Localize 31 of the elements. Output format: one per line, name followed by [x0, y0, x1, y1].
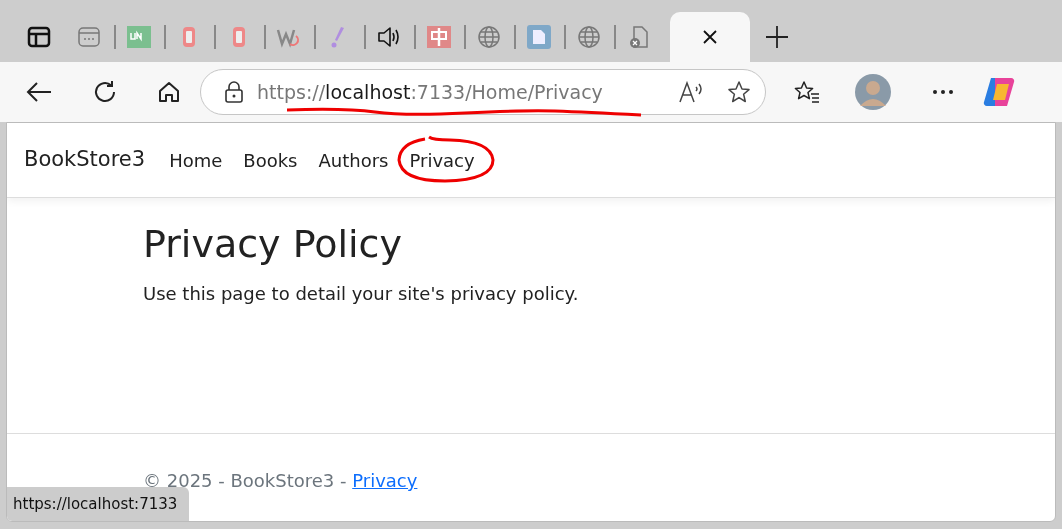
- url-text: https://localhost:7133/Home/Privacy: [257, 79, 604, 105]
- site-icon: [126, 24, 152, 50]
- document-icon: [526, 24, 552, 50]
- address-bar[interactable]: https://localhost:7133/Home/Privacy: [200, 69, 766, 115]
- site-brand[interactable]: BookStore3: [24, 144, 146, 176]
- status-tooltip: https://localhost:7133: [7, 486, 190, 521]
- nav-link[interactable]: Books: [243, 149, 298, 171]
- page-text: Use this page to detail your site's privacy policy.: [143, 281, 580, 306]
- sidebar-panel-icon: [26, 24, 52, 50]
- lock-icon: [225, 81, 243, 103]
- read-aloud-icon[interactable]: [679, 81, 703, 103]
- copilot-icon: [983, 76, 1015, 108]
- page-heading: Privacy Policy: [143, 222, 403, 268]
- window-icon: [76, 24, 102, 50]
- refresh-icon: [93, 80, 117, 104]
- home-icon: [157, 80, 181, 104]
- close-icon[interactable]: [702, 29, 718, 45]
- speaker-icon: [376, 24, 402, 50]
- back-arrow-icon: [26, 81, 52, 103]
- nav-link[interactable]: Authors: [318, 149, 389, 171]
- footer-privacy-link[interactable]: Privacy: [352, 470, 418, 491]
- nav-link[interactable]: Home: [169, 149, 223, 171]
- plus-icon: [766, 26, 788, 48]
- favorites-icon: [793, 80, 821, 104]
- star-icon[interactable]: [727, 80, 751, 104]
- nav-link[interactable]: Privacy: [409, 149, 475, 171]
- site-icon: [426, 24, 452, 50]
- globe-icon: [476, 24, 502, 50]
- avatar-icon: [855, 74, 891, 110]
- globe-icon: [576, 24, 602, 50]
- more-icon: [933, 90, 953, 94]
